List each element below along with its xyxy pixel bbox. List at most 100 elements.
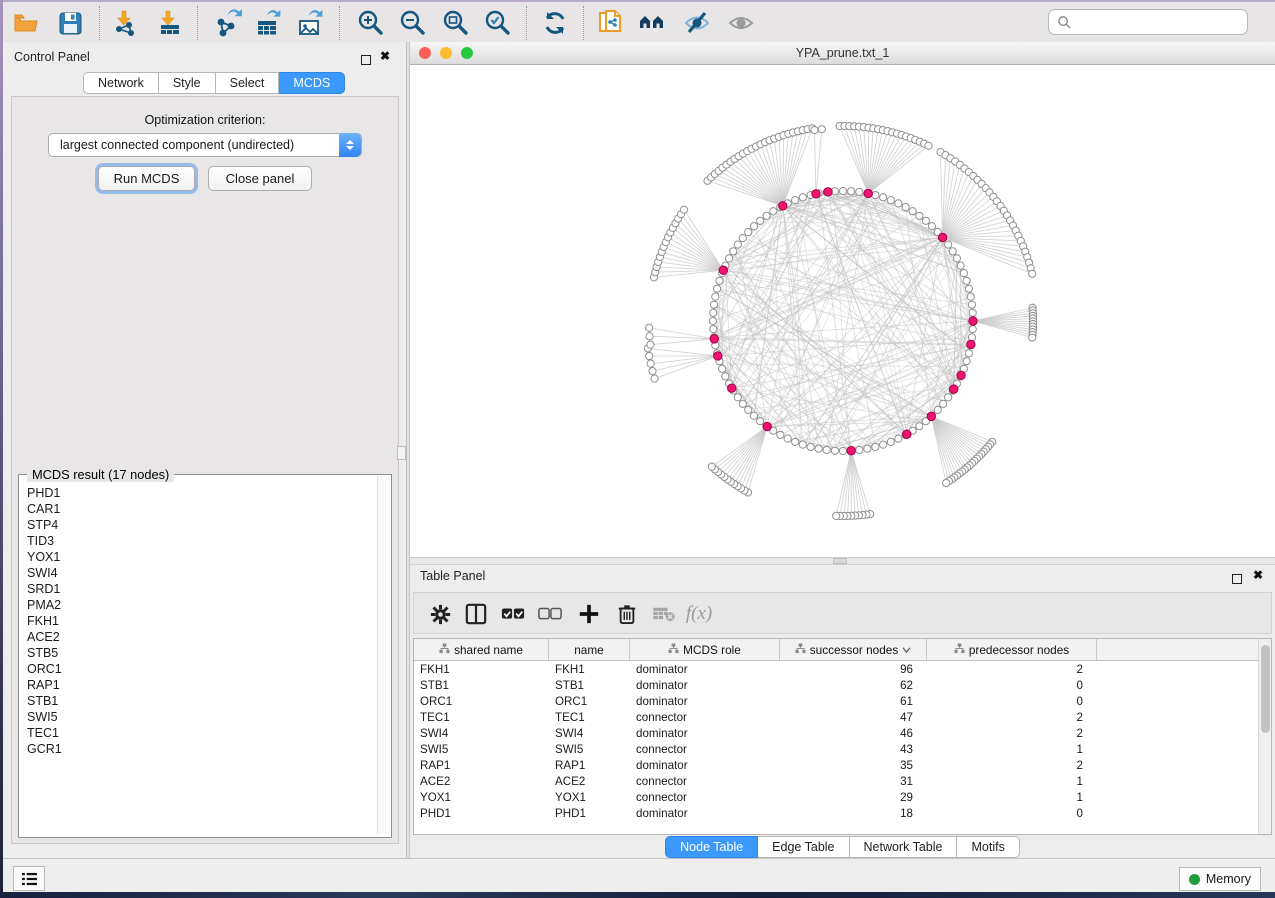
tab-select[interactable]: Select bbox=[216, 72, 280, 94]
mcds-result-item[interactable]: ORC1 bbox=[27, 661, 385, 677]
copy-network-button[interactable] bbox=[596, 8, 626, 38]
mcds-result-item[interactable]: STB1 bbox=[27, 693, 385, 709]
mcds-result-item[interactable]: STB5 bbox=[27, 645, 385, 661]
delete-table-icon[interactable] bbox=[651, 601, 677, 627]
mcds-hub-node[interactable] bbox=[967, 340, 975, 348]
table-row[interactable]: TEC1TEC1connector472 bbox=[414, 709, 1259, 725]
tab-network-table[interactable]: Network Table bbox=[850, 836, 958, 858]
mcds-hub-node[interactable] bbox=[950, 385, 958, 393]
select-all-icon[interactable] bbox=[500, 601, 526, 627]
mcds-result-item[interactable]: SWI5 bbox=[27, 709, 385, 725]
column-header-predecessor-nodes[interactable]: predecessor nodes bbox=[927, 639, 1097, 660]
mcds-hub-node[interactable] bbox=[714, 352, 722, 360]
table-row[interactable]: FKH1FKH1dominator962 bbox=[414, 661, 1259, 677]
mcds-hub-node[interactable] bbox=[864, 189, 872, 197]
memory-button[interactable]: Memory bbox=[1179, 867, 1261, 891]
table-row[interactable]: SWI4SWI4dominator462 bbox=[414, 725, 1259, 741]
mcds-result-list[interactable]: PHD1CAR1STP4TID3YOX1SWI4SRD1PMA2FKH1ACE2… bbox=[20, 485, 385, 833]
mcds-result-item[interactable]: PMA2 bbox=[27, 597, 385, 613]
criterion-select[interactable]: largest connected component (undirected) bbox=[48, 133, 362, 157]
table-row[interactable]: STB1STB1dominator620 bbox=[414, 677, 1259, 693]
float-panel-icon[interactable] bbox=[361, 52, 371, 70]
tab-motifs[interactable]: Motifs bbox=[957, 836, 1019, 858]
float-panel-icon[interactable] bbox=[1232, 571, 1242, 589]
mcds-hub-node[interactable] bbox=[719, 266, 727, 274]
mcds-hub-node[interactable] bbox=[927, 412, 935, 420]
cell: 0 bbox=[927, 807, 1097, 820]
hide-selected-button[interactable] bbox=[682, 8, 712, 38]
mcds-hub-node[interactable] bbox=[847, 447, 855, 455]
settings-gear-icon[interactable] bbox=[427, 601, 453, 627]
table-row[interactable]: ORC1ORC1dominator610 bbox=[414, 693, 1259, 709]
mcds-result-item[interactable]: SRD1 bbox=[27, 581, 385, 597]
table-row[interactable]: YOX1YOX1connector291 bbox=[414, 789, 1259, 805]
mcds-hub-node[interactable] bbox=[779, 202, 787, 210]
mcds-hub-node[interactable] bbox=[903, 430, 911, 438]
import-network-button[interactable] bbox=[111, 8, 141, 38]
table-row[interactable]: RAP1RAP1dominator352 bbox=[414, 757, 1259, 773]
network-canvas[interactable] bbox=[410, 65, 1275, 557]
delete-column-icon[interactable] bbox=[614, 601, 640, 627]
show-all-button[interactable] bbox=[726, 8, 756, 38]
scrollbar-thumb[interactable] bbox=[1261, 645, 1270, 733]
first-neighbors-button[interactable] bbox=[638, 8, 668, 38]
mcds-hub-node[interactable] bbox=[969, 317, 977, 325]
splitter-handle[interactable] bbox=[833, 558, 847, 564]
mcds-hub-node[interactable] bbox=[763, 422, 771, 430]
mcds-result-item[interactable]: RAP1 bbox=[27, 677, 385, 693]
table-row[interactable]: PHD1PHD1dominator180 bbox=[414, 805, 1259, 821]
tab-mcds[interactable]: MCDS bbox=[279, 72, 345, 94]
tab-style[interactable]: Style bbox=[159, 72, 216, 94]
refresh-button[interactable] bbox=[540, 8, 570, 38]
close-panel-icon[interactable]: ✖ bbox=[380, 51, 390, 61]
mcds-hub-node[interactable] bbox=[938, 233, 946, 241]
network-window-titlebar[interactable]: YPA_prune.txt_1 bbox=[410, 42, 1275, 65]
mcds-result-item[interactable]: ACE2 bbox=[27, 629, 385, 645]
search-input[interactable] bbox=[1048, 9, 1248, 35]
column-header-successor-nodes[interactable]: successor nodes bbox=[780, 639, 927, 660]
mcds-result-item[interactable]: CAR1 bbox=[27, 501, 385, 517]
mcds-result-item[interactable]: SWI4 bbox=[27, 565, 385, 581]
function-builder-icon[interactable]: f(x) bbox=[686, 601, 712, 627]
export-image-button[interactable] bbox=[295, 8, 325, 38]
zoom-fit-button[interactable] bbox=[440, 8, 470, 38]
mcds-hub-node[interactable] bbox=[824, 188, 832, 196]
mcds-hub-node[interactable] bbox=[957, 371, 965, 379]
save-session-button[interactable] bbox=[55, 8, 85, 38]
mcds-result-item[interactable]: TEC1 bbox=[27, 725, 385, 741]
mcds-result-item[interactable]: YOX1 bbox=[27, 549, 385, 565]
show-columns-icon[interactable] bbox=[463, 601, 489, 627]
table-row[interactable]: ACE2ACE2connector311 bbox=[414, 773, 1259, 789]
table-row[interactable]: SWI5SWI5connector431 bbox=[414, 741, 1259, 757]
column-header-shared-name[interactable]: shared name bbox=[414, 639, 549, 660]
mcds-list-scrollbar[interactable] bbox=[377, 476, 390, 834]
mcds-result-item[interactable]: PHD1 bbox=[27, 485, 385, 501]
splitter-handle[interactable] bbox=[397, 446, 406, 460]
export-table-button[interactable] bbox=[253, 8, 283, 38]
mcds-result-item[interactable]: TID3 bbox=[27, 533, 385, 549]
tab-network[interactable]: Network bbox=[83, 72, 159, 94]
mcds-result-item[interactable]: GCR1 bbox=[27, 741, 385, 757]
mcds-hub-node[interactable] bbox=[727, 384, 735, 392]
mcds-result-item[interactable]: STP4 bbox=[27, 517, 385, 533]
tab-edge-table[interactable]: Edge Table bbox=[758, 836, 849, 858]
run-mcds-button[interactable]: Run MCDS bbox=[98, 166, 195, 191]
table-scrollbar[interactable] bbox=[1258, 639, 1271, 834]
column-header-MCDS-role[interactable]: MCDS role bbox=[630, 639, 780, 660]
mcds-result-item[interactable]: FKH1 bbox=[27, 613, 385, 629]
column-header-name[interactable]: name bbox=[549, 639, 630, 660]
import-table-button[interactable] bbox=[155, 8, 185, 38]
deselect-all-icon[interactable] bbox=[537, 601, 563, 627]
export-network-button[interactable] bbox=[213, 8, 243, 38]
zoom-out-button[interactable] bbox=[397, 8, 427, 38]
close-panel-button[interactable]: Close panel bbox=[208, 166, 312, 191]
task-history-button[interactable] bbox=[13, 866, 45, 891]
mcds-hub-node[interactable] bbox=[812, 190, 820, 198]
zoom-selected-button[interactable] bbox=[482, 8, 512, 38]
zoom-in-button[interactable] bbox=[355, 8, 385, 38]
open-file-button[interactable] bbox=[11, 8, 41, 38]
tab-node-table[interactable]: Node Table bbox=[665, 836, 758, 858]
mcds-hub-node[interactable] bbox=[710, 335, 718, 343]
add-column-icon[interactable] bbox=[576, 601, 602, 627]
close-panel-icon[interactable]: ✖ bbox=[1253, 570, 1263, 580]
